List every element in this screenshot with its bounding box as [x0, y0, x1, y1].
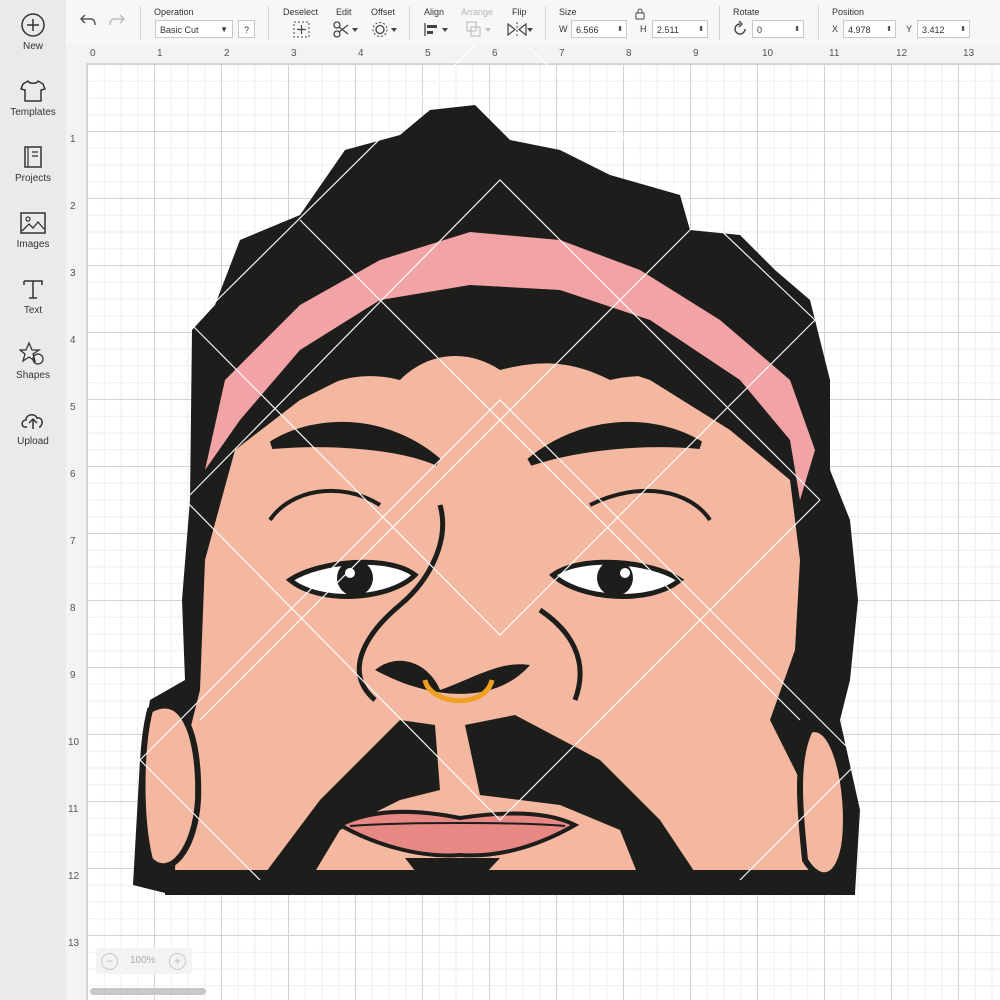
face-artwork[interactable] — [66, 45, 1000, 1000]
width-letter: W — [559, 24, 568, 34]
stepper-icon[interactable]: ⬍ — [698, 21, 704, 39]
sidebar-item-projects[interactable]: Projects — [0, 144, 66, 206]
arrange-icon[interactable] — [466, 21, 492, 38]
image-icon — [20, 212, 46, 234]
zoom-minus-glyph: − — [105, 954, 113, 968]
stepper-icon[interactable]: ⬍ — [886, 21, 892, 39]
sidebar-item-new[interactable]: New — [0, 12, 66, 74]
toolbar-divider — [268, 6, 269, 40]
rotate-input[interactable]: 0 ⬍ — [752, 20, 804, 38]
stepper-icon[interactable]: ⬍ — [794, 21, 800, 39]
deselect-label: Deselect — [283, 7, 319, 17]
zoom-control: − 100% + — [96, 948, 192, 974]
operation-value: Basic Cut — [160, 25, 199, 35]
arrange-label: Arrange — [461, 7, 494, 17]
position-y-input[interactable]: 3.412 ⬍ — [917, 20, 970, 38]
left-sidebar: New Templates Projects Images Text Shape… — [0, 0, 67, 1000]
zoom-in-button[interactable]: + — [169, 953, 186, 970]
zoom-plus-glyph: + — [173, 954, 181, 968]
sidebar-item-label: Templates — [10, 107, 56, 118]
help-label: ? — [244, 25, 250, 35]
chevron-down-icon: ▼ — [220, 25, 228, 34]
rotate-value: 0 — [757, 25, 763, 35]
toolbar-divider — [545, 6, 546, 40]
top-toolbar: Operation Basic Cut ▼ ? Deselect Edit Of… — [66, 0, 1000, 46]
stepper-icon[interactable]: ⬍ — [960, 21, 966, 39]
height-input[interactable]: 2.511 ⬍ — [652, 20, 708, 38]
sidebar-item-label: Shapes — [16, 370, 50, 381]
height-letter: H — [640, 24, 647, 34]
zoom-level: 100% — [130, 955, 156, 966]
undo-icon[interactable] — [79, 12, 97, 28]
flip-label: Flip — [512, 7, 527, 17]
sidebar-item-label: Images — [16, 239, 50, 250]
sidebar-item-label: Upload — [17, 436, 49, 447]
position-x-input[interactable]: 4.978 ⬍ — [843, 20, 896, 38]
lock-icon[interactable] — [635, 8, 645, 20]
sidebar-item-label: Projects — [14, 173, 52, 184]
shirt-icon — [20, 80, 46, 102]
right-iris — [597, 560, 633, 596]
cloud-upload-icon — [21, 414, 43, 429]
width-value: 6.566 — [576, 25, 599, 35]
toolbar-divider — [140, 6, 141, 40]
rotate-icon — [734, 21, 746, 35]
sidebar-item-templates[interactable]: Templates — [0, 78, 66, 140]
edit-label: Edit — [336, 7, 352, 17]
sidebar-item-shapes[interactable]: Shapes — [0, 341, 66, 403]
text-t-icon — [23, 280, 43, 299]
toolbar-divider — [719, 6, 720, 40]
toolbar-divider — [818, 6, 819, 40]
position-x-value: 4.978 — [848, 25, 871, 35]
toolbar-divider — [409, 6, 410, 40]
horizontal-scrollbar[interactable] — [90, 988, 206, 995]
sidebar-item-images[interactable]: Images — [0, 210, 66, 272]
operation-help-button[interactable]: ? — [238, 20, 255, 38]
offset-label: Offset — [371, 7, 395, 17]
height-value: 2.511 — [657, 25, 679, 35]
align-icon[interactable] — [423, 21, 449, 38]
sidebar-item-text[interactable]: Text — [0, 276, 66, 338]
rotate-label: Rotate — [733, 7, 760, 17]
operation-select[interactable]: Basic Cut ▼ — [155, 20, 233, 38]
flip-icon[interactable] — [506, 21, 534, 38]
x-letter: X — [832, 24, 839, 34]
position-y-value: 3.412 — [922, 25, 945, 35]
shapes-icon — [19, 341, 44, 365]
sidebar-item-upload[interactable]: Upload — [0, 407, 66, 469]
sidebar-item-label: Text — [23, 305, 43, 316]
right-eye-highlight — [620, 568, 630, 578]
operation-label: Operation — [154, 7, 194, 17]
stepper-icon[interactable]: ⬍ — [617, 21, 623, 39]
sidebar-item-label: New — [22, 41, 43, 52]
zoom-out-button[interactable]: − — [101, 953, 118, 970]
y-letter: Y — [906, 24, 913, 34]
offset-icon[interactable] — [372, 21, 398, 38]
deselect-icon[interactable] — [293, 21, 310, 38]
edit-scissors-icon[interactable] — [333, 21, 359, 38]
size-label: Size — [559, 7, 577, 17]
redo-icon[interactable] — [108, 12, 126, 28]
position-label: Position — [832, 7, 865, 17]
align-label: Align — [424, 7, 445, 17]
design-canvas[interactable]: 0 1 2 3 4 5 6 7 8 9 10 11 12 13 1 2 3 4 … — [66, 45, 1000, 1000]
book-icon — [24, 146, 42, 168]
plus-circle-icon — [21, 13, 45, 37]
width-input[interactable]: 6.566 ⬍ — [571, 20, 627, 38]
